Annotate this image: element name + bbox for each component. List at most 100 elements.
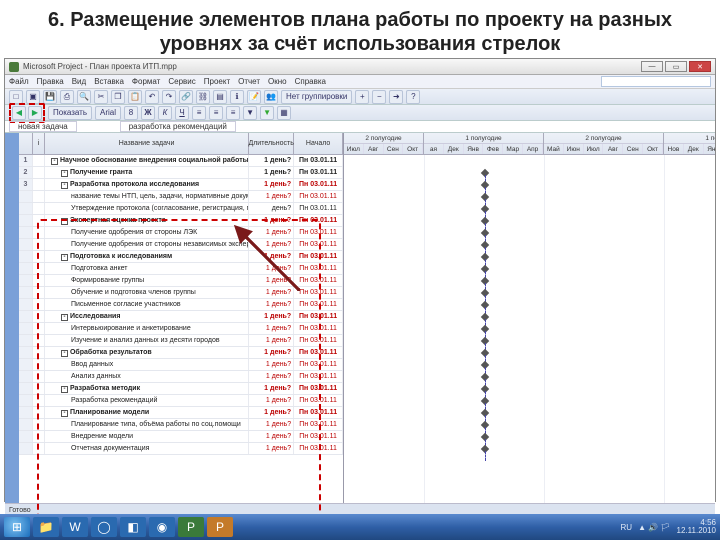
font-size-select[interactable]: 8 (124, 106, 138, 120)
menu-file[interactable]: Файл (9, 77, 29, 86)
redo-button[interactable]: ↷ (162, 90, 176, 104)
italic-button[interactable]: К (158, 106, 172, 120)
minimize-button[interactable]: — (641, 61, 663, 72)
table-row[interactable]: 1-Научное обоснование внедрения социальн… (19, 155, 343, 167)
table-row[interactable]: Интервьюирование и анкетирование1 день?П… (19, 323, 343, 335)
table-row[interactable]: -Разработка методик1 день?Пн 03.01.11 (19, 383, 343, 395)
bold-button[interactable]: Ж (141, 106, 155, 120)
menu-window[interactable]: Окно (268, 77, 287, 86)
filter-button[interactable]: ▼ (243, 106, 257, 120)
align-right-button[interactable]: ≡ (226, 106, 240, 120)
breadcrumb-task[interactable]: разработка рекомендаций (120, 121, 236, 132)
help-button[interactable]: ? (406, 90, 420, 104)
menu-edit[interactable]: Правка (37, 77, 64, 86)
zoom-out-button[interactable]: − (372, 90, 386, 104)
ms-project-window: Microsoft Project - План проекта ИТП.mpp… (4, 58, 716, 502)
windows-taskbar: ⊞ 📁 W ◯ ◧ ◉ P P RU ▲ 🔊 🏳 4:56 12.11.2010 (0, 514, 720, 540)
cut-button[interactable]: ✂ (94, 90, 108, 104)
taskbar-browser-icon[interactable]: ◯ (91, 517, 117, 537)
tray-lang[interactable]: RU (621, 523, 633, 532)
underline-button[interactable]: Ч (175, 106, 189, 120)
new-button[interactable]: □ (9, 90, 23, 104)
taskbar-project-icon[interactable]: P (178, 517, 204, 537)
breadcrumb-new[interactable]: новая задача (9, 121, 77, 132)
menu-format[interactable]: Формат (132, 77, 160, 86)
table-row[interactable]: -Подготовка к исследованиям1 день?Пн 03.… (19, 251, 343, 263)
help-search-input[interactable] (601, 76, 711, 87)
preview-button[interactable]: 🔍 (77, 90, 91, 104)
autofilter-button[interactable]: ▼ (260, 106, 274, 120)
menu-help[interactable]: Справка (295, 77, 326, 86)
close-button[interactable]: ✕ (689, 61, 711, 72)
outdent-button[interactable]: ◀ (12, 106, 26, 120)
menu-project[interactable]: Проект (204, 77, 230, 86)
taskbar-explorer-icon[interactable]: 📁 (33, 517, 59, 537)
table-row[interactable]: Ввод данных1 день?Пн 03.01.11 (19, 359, 343, 371)
info-button[interactable]: ℹ (230, 90, 244, 104)
titlebar: Microsoft Project - План проекта ИТП.mpp… (5, 59, 715, 75)
align-left-button[interactable]: ≡ (192, 106, 206, 120)
zoom-in-button[interactable]: + (355, 90, 369, 104)
assign-button[interactable]: 👥 (264, 90, 278, 104)
slide-title: 6. Размещение элементов плана работы по … (0, 0, 720, 60)
link-button[interactable]: 🔗 (179, 90, 193, 104)
table-row[interactable]: Получение одобрения от стороны независим… (19, 239, 343, 251)
print-button[interactable]: ⎙ (60, 90, 74, 104)
table-row[interactable]: Письменное согласие участников1 день?Пн … (19, 299, 343, 311)
table-row[interactable]: Планирование типа, объёма работы по соц.… (19, 419, 343, 431)
taskbar-hp-icon[interactable]: ◉ (149, 517, 175, 537)
tray-icons[interactable]: ▲ 🔊 🏳 (638, 523, 670, 532)
table-row[interactable]: название темы НТП, цель, задачи, нормати… (19, 191, 343, 203)
col-duration[interactable]: Длительность (249, 133, 294, 154)
split-button[interactable]: ▤ (213, 90, 227, 104)
table-row[interactable]: Изучение и анализ данных из десяти город… (19, 335, 343, 347)
gantt-wizard-button[interactable]: ▦ (277, 106, 291, 120)
copy-button[interactable]: ❐ (111, 90, 125, 104)
goto-button[interactable]: ➜ (389, 90, 403, 104)
col-name[interactable]: Название задачи (45, 133, 249, 154)
menu-insert[interactable]: Вставка (94, 77, 124, 86)
unlink-button[interactable]: ⛓ (196, 90, 210, 104)
table-row[interactable]: Внедрение модели1 день?Пн 03.01.11 (19, 431, 343, 443)
table-row[interactable]: Отчетная документация1 день?Пн 03.01.11 (19, 443, 343, 455)
maximize-button[interactable]: ▭ (665, 61, 687, 72)
menu-view[interactable]: Вид (72, 77, 86, 86)
group-select[interactable]: Нет группировки (281, 90, 352, 104)
col-start[interactable]: Начало (294, 133, 343, 154)
col-info[interactable]: i (33, 133, 45, 154)
table-row[interactable]: Анализ данных1 день?Пн 03.01.11 (19, 371, 343, 383)
table-row[interactable]: Разработка рекомендаций1 день?Пн 03.01.1… (19, 395, 343, 407)
view-bar[interactable] (5, 133, 19, 503)
taskbar-ppt-icon[interactable]: P (207, 517, 233, 537)
open-button[interactable]: ▣ (26, 90, 40, 104)
table-row[interactable]: -Экспертная оценка проекта1 день?Пн 03.0… (19, 215, 343, 227)
save-button[interactable]: 💾 (43, 90, 57, 104)
col-num[interactable] (19, 133, 33, 154)
align-center-button[interactable]: ≡ (209, 106, 223, 120)
font-select[interactable]: Arial (95, 106, 121, 120)
menu-report[interactable]: Отчет (238, 77, 260, 86)
indent-button[interactable]: ▶ (28, 106, 42, 120)
table-row[interactable]: 3-Разработка протокола исследования1 ден… (19, 179, 343, 191)
menu-tools[interactable]: Сервис (168, 77, 195, 86)
gantt-chart[interactable]: 2 полугодиеИюлАвгСенОкт1 полугодиеаяДекЯ… (344, 133, 715, 503)
notes-button[interactable]: 📝 (247, 90, 261, 104)
table-row[interactable]: -Планирование модели1 день?Пн 03.01.11 (19, 407, 343, 419)
table-row[interactable]: Утверждение протокола (согласование, рег… (19, 203, 343, 215)
table-row[interactable]: 2-Получение гранта1 день?Пн 03.01.11 (19, 167, 343, 179)
start-button[interactable]: ⊞ (4, 517, 30, 537)
breadcrumb-bar: новая задача разработка рекомендаций (5, 121, 715, 133)
table-row[interactable]: Обучение и подготовка членов группы1 ден… (19, 287, 343, 299)
system-tray[interactable]: RU ▲ 🔊 🏳 4:56 12.11.2010 (621, 519, 717, 535)
taskbar-word-icon[interactable]: W (62, 517, 88, 537)
table-row[interactable]: -Обработка результатов1 день?Пн 03.01.11 (19, 347, 343, 359)
table-row[interactable]: Подготовка анкет1 день?Пн 03.01.11 (19, 263, 343, 275)
paste-button[interactable]: 📋 (128, 90, 142, 104)
table-row[interactable]: -Исследования1 день?Пн 03.01.11 (19, 311, 343, 323)
table-row[interactable]: Формирование группы1 день?Пн 03.01.11 (19, 275, 343, 287)
show-dropdown[interactable]: Показать (48, 106, 92, 120)
undo-button[interactable]: ↶ (145, 90, 159, 104)
timescale: 2 полугодиеИюлАвгСенОкт1 полугодиеаяДекЯ… (344, 133, 715, 155)
table-row[interactable]: Получение одобрения от стороны ЛЭК1 день… (19, 227, 343, 239)
taskbar-app-icon[interactable]: ◧ (120, 517, 146, 537)
